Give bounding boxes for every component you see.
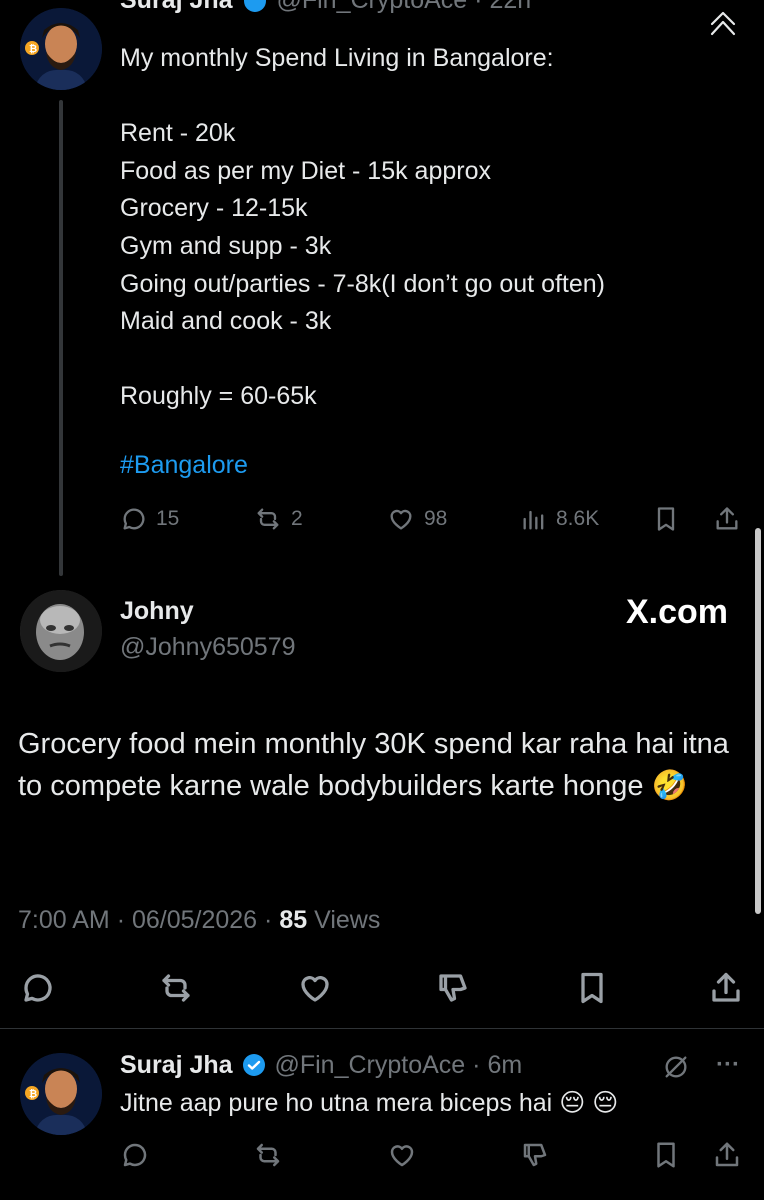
share-button[interactable] [712, 1140, 742, 1175]
grok-button[interactable] [662, 1053, 690, 1086]
verified-icon [243, 0, 266, 13]
repost-icon [162, 974, 190, 1002]
share-button[interactable] [713, 505, 741, 533]
divider [0, 1028, 764, 1029]
bookmark-icon [581, 972, 603, 1004]
post-time[interactable]: 7:00 AM [18, 906, 110, 934]
x-watermark: X.com [625, 593, 728, 631]
repost-button[interactable] [157, 970, 195, 1011]
views-count: 8.6K [556, 507, 600, 530]
bookmark-icon [657, 507, 675, 531]
post-text-body: Jitne aap pure ho utna mera biceps hai [120, 1089, 553, 1117]
author-handle[interactable]: @Fin_CryptoAce [276, 0, 467, 14]
more-options-button[interactable]: ··· [716, 1051, 740, 1079]
author-name[interactable]: Suraj Jha [120, 1051, 233, 1079]
author-name[interactable]: Suraj Jha [120, 0, 233, 14]
post-header: Suraj Jha @Fin_CryptoAce · 22h [120, 0, 680, 24]
grok-icon [665, 1056, 687, 1078]
share-icon [712, 972, 740, 1002]
post-time: 6m [487, 1051, 523, 1079]
bookmark-icon [657, 1142, 675, 1168]
svg-text:₿: ₿ [29, 43, 37, 55]
post-text: Jitne aap pure ho utna mera biceps hai 😔… [120, 1088, 618, 1118]
avatar[interactable] [20, 590, 102, 672]
post-date[interactable]: 06/05/2026 [132, 906, 257, 934]
dislike-button[interactable] [434, 970, 472, 1011]
views-icon [523, 510, 544, 530]
repost-button[interactable]: 2 [253, 505, 303, 533]
scrollbar[interactable] [755, 528, 761, 914]
reply-icon [123, 1143, 147, 1167]
share-icon [715, 1142, 739, 1167]
views-count: 85 [279, 906, 308, 934]
views-label: Views [314, 906, 381, 934]
hashtag-link[interactable]: #Bangalore [120, 451, 248, 480]
avatar[interactable]: ₿ [20, 1053, 102, 1135]
like-button[interactable] [296, 970, 334, 1011]
like-icon [390, 1145, 414, 1167]
reply-icon [24, 974, 52, 1002]
post-header: Suraj Jha @Fin_CryptoAce · 6m [120, 1051, 522, 1084]
dislike-button[interactable] [519, 1140, 551, 1175]
bookmark-button[interactable] [651, 1140, 681, 1175]
post-meta: 7:00 AM · 06/05/2026 · 85 Views [18, 906, 381, 934]
author-name[interactable]: Johny [120, 597, 194, 626]
like-count: 98 [424, 507, 448, 530]
post-text: My monthly Spend Living in Bangalore: Re… [120, 44, 605, 411]
dislike-icon [439, 974, 467, 1002]
post-text-body: Grocery food mein monthly 30K spend kar … [18, 728, 729, 802]
repost-icon [256, 1143, 280, 1167]
avatar-image [20, 590, 102, 672]
bookmark-button[interactable] [574, 970, 610, 1011]
author-handle[interactable]: @Fin_CryptoAce [274, 1051, 465, 1079]
bookmark-button[interactable] [652, 505, 680, 533]
laughing-emoji: 🤣 [651, 770, 688, 802]
repost-button[interactable] [252, 1140, 284, 1175]
reply-button[interactable] [20, 970, 56, 1011]
reply-button[interactable] [120, 1140, 150, 1175]
avatar[interactable]: ₿ [20, 8, 102, 90]
verified-icon [242, 1053, 266, 1084]
author-handle[interactable]: @Johny650579 [120, 633, 296, 662]
share-button[interactable] [708, 970, 744, 1011]
share-icon [716, 507, 738, 530]
repost-count: 2 [291, 507, 303, 530]
like-button[interactable] [386, 1140, 418, 1175]
like-button[interactable]: 98 [386, 505, 447, 533]
avatar-image: ₿ [20, 1053, 102, 1135]
pensive-emojis: 😔 😔 [559, 1089, 619, 1117]
reply-button[interactable]: 15 [120, 505, 179, 533]
post-text: Grocery food mein monthly 30K spend kar … [18, 723, 738, 807]
thread-connector [59, 100, 63, 576]
reply-count: 15 [156, 507, 180, 530]
avatar-image: ₿ [20, 8, 102, 90]
reply-icon [123, 508, 145, 530]
like-icon [301, 976, 329, 1002]
repost-icon [257, 508, 279, 530]
svg-text:₿: ₿ [29, 1088, 37, 1100]
like-icon [390, 509, 412, 530]
views-button[interactable]: 8.6K [520, 505, 599, 533]
dislike-icon [523, 1143, 547, 1167]
post-time: 22h [489, 0, 532, 14]
